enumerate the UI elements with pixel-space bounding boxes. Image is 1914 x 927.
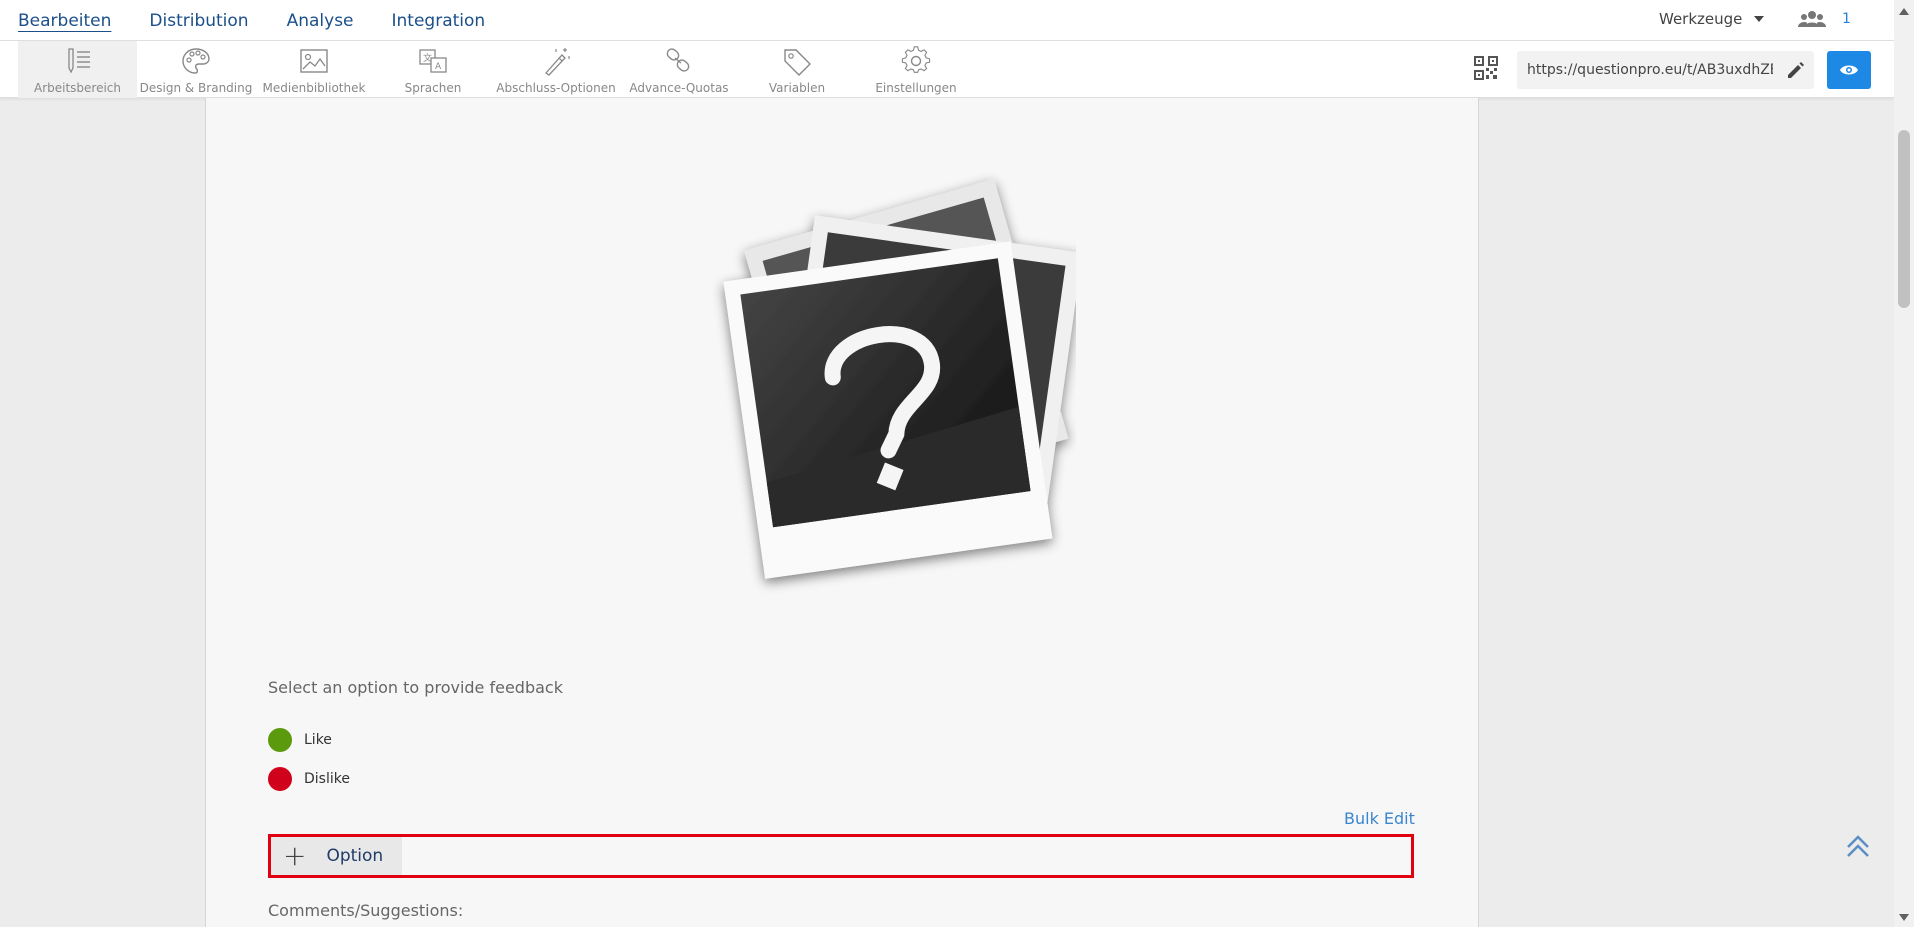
scrollbar-thumb[interactable] [1898,130,1910,308]
bulk-edit-link[interactable]: Bulk Edit [1344,809,1415,828]
option-color-dot [268,728,292,752]
toolbar-settings[interactable]: Einstellungen [861,41,971,98]
option-like[interactable]: Like [268,728,332,752]
translate-icon: 文 A [419,49,447,73]
survey-editor-canvas: Select an option to provide feedback Lik… [205,98,1479,927]
gear-icon [901,46,931,73]
qr-code-button[interactable] [1474,56,1498,84]
svg-text:A: A [435,62,442,72]
toolbar-label: Arbeitsbereich [33,81,122,95]
magic-wand-icon [545,48,570,76]
tools-label: Werkzeuge [1659,10,1743,28]
option-color-dot [268,767,292,791]
toolbar-media-library[interactable]: Medienbibliothek [259,41,369,98]
users-group-icon [1798,11,1826,27]
toolbar-label: Design & Branding [139,81,253,95]
collaborators-button[interactable]: 1 [1798,10,1851,28]
link-chain-icon [666,48,690,72]
double-chevron-up-icon [1847,835,1869,857]
collaborators-count: 1 [1842,11,1851,27]
workspace-icon [67,48,90,74]
scroll-down-arrow-icon[interactable] [1899,914,1909,921]
question-text: Select an option to provide feedback [268,678,563,697]
edit-url-button[interactable] [1786,60,1806,84]
nav-analyse[interactable]: Analyse [287,10,354,32]
missing-image-placeholder [723,178,1076,579]
plus-icon: + [283,839,307,872]
preview-button[interactable] [1827,51,1871,89]
add-option-label: Option [326,846,384,866]
nav-integration[interactable]: Integration [392,10,486,32]
editor-toolbar: Arbeitsbereich Design & Branding Medienb… [0,41,1894,98]
toolbar-label: Sprachen [404,81,462,95]
qr-code-icon [1474,56,1498,80]
nav-distribution[interactable]: Distribution [149,10,248,32]
toolbar-advance-quotas[interactable]: Advance-Quotas [624,41,734,98]
pencil-icon [1788,62,1804,78]
main-nav: Bearbeiten Distribution Analyse Integrat… [18,0,485,41]
toolbar-design-branding[interactable]: Design & Branding [140,41,252,98]
comments-label: Comments/Suggestions: [268,901,464,920]
tag-icon [784,49,811,76]
add-option-button[interactable]: + Option [271,837,402,875]
toolbar-label: Abschluss-Optionen [496,81,616,95]
page-scrollbar[interactable] [1894,0,1914,927]
option-label: Like [304,732,332,748]
svg-text:文: 文 [423,52,432,64]
option-dislike[interactable]: Dislike [268,767,350,791]
toolbar-label: Advance-Quotas [629,81,729,95]
image-icon [300,49,328,73]
palette-icon [182,48,210,74]
caret-down-icon [1754,16,1765,22]
toolbar-variables[interactable]: Variablen [742,41,852,98]
scroll-up-arrow-icon[interactable] [1899,8,1909,15]
top-menu-bar: Bearbeiten Distribution Analyse Integrat… [0,0,1894,41]
survey-url-text: https://questionpro.eu/t/AB3uxdhZE [1527,62,1773,78]
toolbar-label: Variablen [768,81,826,95]
nav-bearbeiten[interactable]: Bearbeiten [18,10,111,32]
tools-dropdown[interactable]: Werkzeuge [1659,10,1765,28]
scroll-to-top-button[interactable] [1845,833,1871,863]
add-option-row: + Option [268,834,1414,878]
toolbar-workspace[interactable]: Arbeitsbereich [18,41,137,98]
toolbar-languages[interactable]: 文 A Sprachen [378,41,488,98]
toolbar-completion-options[interactable]: Abschluss-Optionen [495,41,617,98]
toolbar-label: Einstellungen [875,81,957,95]
survey-url-field[interactable]: https://questionpro.eu/t/AB3uxdhZE [1517,51,1814,89]
option-label: Dislike [304,771,350,787]
eye-icon [1840,65,1858,75]
toolbar-label: Medienbibliothek [262,81,366,95]
